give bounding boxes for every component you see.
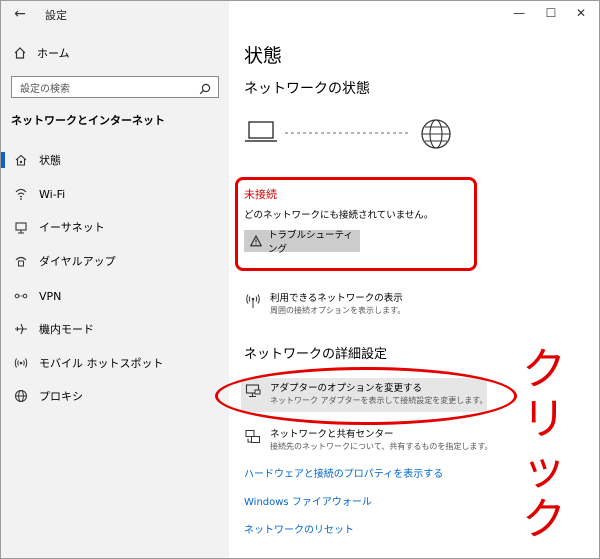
- available-networks-title: 利用できるネットワークの表示: [270, 293, 403, 304]
- click-highlight-ellipse: [215, 367, 517, 425]
- connection-status-description: どのネットワークにも接続されていません。: [244, 210, 434, 221]
- click-annotation: クリック: [522, 344, 566, 545]
- advanced-settings-title: ネットワークの詳細設定: [244, 347, 388, 362]
- title-bar: ← 設定 — ☐ ✕: [1, 1, 599, 29]
- close-button[interactable]: ✕: [571, 4, 591, 22]
- nav-home[interactable]: ホーム: [11, 43, 70, 63]
- windows-firewall-link[interactable]: Windows ファイアウォール: [244, 493, 372, 508]
- antenna-icon: [244, 292, 262, 317]
- sharing-center-link[interactable]: ネットワークと共有センター 接続先のネットワークについて、共有するものを指定しま…: [244, 428, 493, 453]
- nav-home-label: ホーム: [37, 47, 70, 60]
- sharing-center-subtitle: 接続先のネットワークについて、共有するものを指定します。: [270, 442, 493, 451]
- sidebar-item-label: Wi-Fi: [39, 187, 66, 201]
- search-input[interactable]: 設定の検索: [11, 76, 219, 98]
- wifi-icon: [13, 187, 29, 201]
- sidebar-item-airplane-mode[interactable]: 機内モード: [1, 315, 229, 343]
- globe-icon: [13, 389, 29, 403]
- vpn-icon: [13, 289, 29, 303]
- sidebar-item-label: VPN: [39, 289, 62, 303]
- hotspot-icon: [13, 356, 29, 370]
- sidebar-section-title: ネットワークとインターネット: [11, 114, 165, 127]
- ethernet-icon: [13, 220, 29, 234]
- sharing-center-icon: [244, 428, 262, 453]
- sidebar-item-label: 状態: [39, 154, 61, 167]
- available-networks-subtitle: 周囲の接続オプションを表示します。: [270, 306, 406, 315]
- internet-globe-icon: [421, 119, 451, 149]
- back-arrow-icon[interactable]: ←: [11, 5, 29, 23]
- connection-status: 未接続: [244, 188, 277, 201]
- sidebar-item-label: 機内モード: [39, 323, 94, 336]
- search-placeholder: 設定の検索: [20, 84, 70, 95]
- hardware-properties-link[interactable]: ハードウェアと接続のプロパティを表示する: [244, 465, 443, 480]
- airplane-icon: [13, 322, 29, 336]
- sidebar-item-label: プロキシ: [39, 390, 83, 403]
- warning-icon: [250, 235, 262, 247]
- window-title: 設定: [45, 9, 67, 22]
- minimize-button[interactable]: —: [509, 4, 529, 22]
- sidebar-item-status[interactable]: 状態: [1, 146, 229, 174]
- active-indicator: [1, 152, 5, 168]
- network-reset-link[interactable]: ネットワークのリセット: [244, 521, 354, 536]
- sidebar-item-dialup[interactable]: ダイヤルアップ: [1, 247, 229, 275]
- laptop-icon: [245, 121, 277, 142]
- network-diagram: [245, 119, 451, 149]
- network-status-title: ネットワークの状態: [244, 81, 370, 97]
- sidebar-item-ethernet[interactable]: イーサネット: [1, 213, 229, 241]
- sidebar-item-vpn[interactable]: VPN: [1, 282, 229, 310]
- home-icon: [11, 46, 29, 60]
- dialup-icon: [13, 254, 29, 268]
- sidebar-item-wifi[interactable]: Wi-Fi: [1, 180, 229, 208]
- sidebar-item-mobile-hotspot[interactable]: モバイル ホットスポット: [1, 349, 229, 377]
- sidebar-item-label: イーサネット: [39, 221, 105, 234]
- maximize-button[interactable]: ☐: [541, 4, 561, 22]
- sidebar-item-label: ダイヤルアップ: [39, 255, 116, 268]
- sharing-center-title: ネットワークと共有センター: [270, 429, 394, 440]
- home-network-icon: [13, 153, 29, 167]
- troubleshoot-button[interactable]: トラブルシューティング: [244, 230, 360, 255]
- troubleshoot-label: トラブルシューティング: [268, 230, 353, 255]
- sidebar-item-label: モバイル ホットスポット: [39, 357, 164, 370]
- settings-window: ← 設定 — ☐ ✕ ホーム 設定の検索 ネットワークとインターネット 状態 W…: [0, 0, 600, 559]
- search-icon[interactable]: [199, 80, 211, 99]
- sidebar-item-proxy[interactable]: プロキシ: [1, 382, 229, 410]
- page-title: 状態: [244, 45, 283, 67]
- available-networks-link[interactable]: 利用できるネットワークの表示 周囲の接続オプションを表示します。: [244, 292, 405, 317]
